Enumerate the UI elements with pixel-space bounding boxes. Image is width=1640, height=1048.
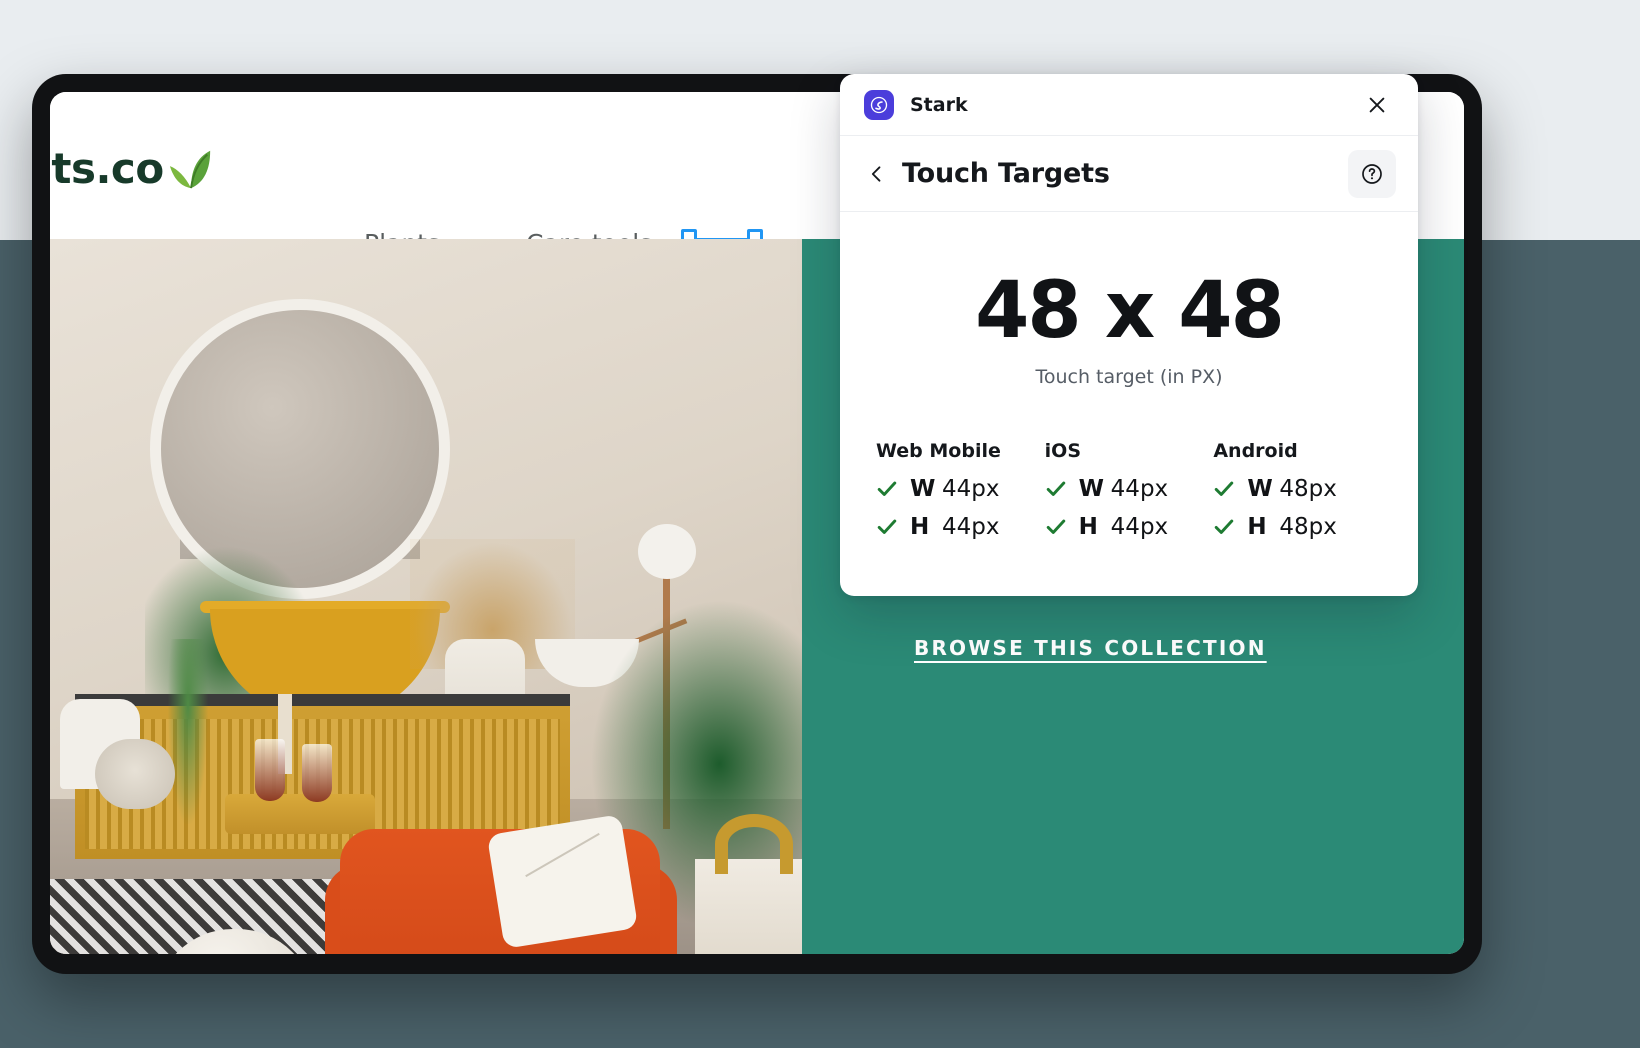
metric-value: 44px: [942, 476, 1000, 502]
metric-row: W 44px: [876, 476, 1045, 502]
metric-value: 48px: [1279, 514, 1337, 540]
metric-value: 48px: [1279, 476, 1337, 502]
site-brand[interactable]: nts.co: [50, 144, 214, 193]
metric-axis: H: [1247, 514, 1267, 540]
brand-name: nts.co: [50, 144, 164, 193]
scene: nts.co Plants Care tools Gifts: [0, 0, 1640, 1048]
metric-row: W 48px: [1213, 476, 1382, 502]
platform-results: Web Mobile W 44px H 44px iOS W 44px H 44…: [840, 440, 1418, 552]
chevron-left-icon[interactable]: [864, 161, 890, 187]
plugin-body: 48 x 48 Touch target (in PX) Web Mobile …: [840, 212, 1418, 552]
check-icon: [1215, 481, 1234, 496]
question-circle-icon: [1362, 163, 1382, 184]
help-button[interactable]: [1348, 149, 1396, 198]
browse-collection-link[interactable]: BROWSE THIS COLLECTION: [914, 636, 1267, 660]
platform-android: Android W 48px H 48px: [1213, 440, 1382, 552]
metric-axis: W: [1247, 476, 1273, 502]
stark-plugin-panel: Stark Touch Targets 48 x 48 Touch target…: [840, 74, 1418, 596]
platform-ios: iOS W 44px H 44px: [1045, 440, 1214, 552]
check-icon: [1046, 481, 1065, 496]
metric-row: H 48px: [1213, 514, 1382, 540]
hero-photo: [50, 239, 802, 954]
metric-row: H 44px: [876, 514, 1045, 540]
stark-logo-icon: [864, 89, 894, 120]
touch-target-value: 48 x 48: [975, 266, 1285, 356]
metric-value: 44px: [1110, 514, 1169, 540]
plugin-name: Stark: [910, 93, 968, 116]
metric-axis: H: [1078, 514, 1098, 540]
check-icon: [1215, 519, 1234, 534]
touch-target-caption: Touch target (in PX): [1035, 366, 1223, 388]
plugin-section-header: Touch Targets: [840, 136, 1418, 212]
metric-axis: W: [1078, 476, 1105, 502]
metric-value: 44px: [1110, 476, 1169, 502]
platform-web-mobile: Web Mobile W 44px H 44px: [876, 440, 1045, 552]
platform-label: Android: [1213, 440, 1298, 462]
metric-row: H 44px: [1045, 514, 1214, 540]
metric-axis: W: [910, 476, 936, 502]
metric-row: W 44px: [1045, 476, 1214, 502]
platform-label: Web Mobile: [876, 440, 1001, 462]
page-title: Touch Targets: [902, 158, 1110, 189]
metric-axis: H: [910, 514, 930, 540]
check-icon: [877, 481, 897, 496]
check-icon: [1046, 519, 1065, 534]
close-icon[interactable]: [1362, 90, 1392, 120]
metric-value: 44px: [942, 514, 1000, 540]
plugin-titlebar: Stark: [840, 74, 1418, 136]
check-icon: [877, 519, 897, 534]
leaf-icon: [169, 150, 210, 188]
platform-label: iOS: [1044, 440, 1082, 462]
